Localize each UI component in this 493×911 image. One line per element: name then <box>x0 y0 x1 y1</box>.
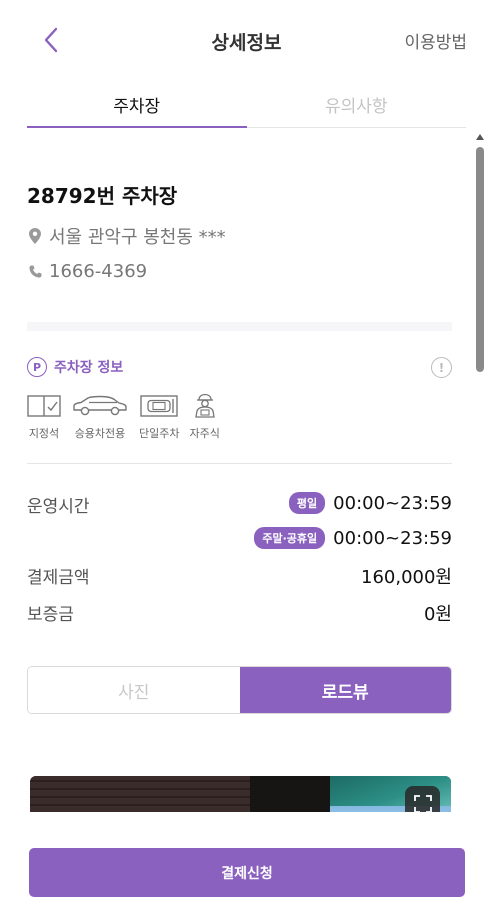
weekend-hours-row: 주말·공휴일 00:00~23:59 <box>254 527 452 549</box>
section-separator <box>27 322 452 331</box>
deposit-label: 보증금 <box>27 605 74 625</box>
section-title: 주차장 정보 <box>54 360 124 376</box>
feature-label: 자주식 <box>189 427 220 440</box>
hours-label: 운영시간 <box>27 497 90 517</box>
phone-line: 1666-4369 <box>27 261 147 282</box>
roadview-toggle-button[interactable]: 로드뷰 <box>239 667 451 713</box>
feature-label: 승용차전용 <box>74 427 126 440</box>
weekday-hours-row: 평일 00:00~23:59 <box>288 492 452 514</box>
how-to-use-link[interactable]: 이용방법 <box>404 28 467 53</box>
scrollbar[interactable] <box>474 130 486 810</box>
address-line: 서울 관악구 봉천동 *** <box>27 223 226 249</box>
photo-toggle-button[interactable]: 사진 <box>28 667 240 713</box>
header: 상세정보 이용방법 <box>0 0 493 78</box>
scroll-thumb[interactable] <box>476 147 484 372</box>
feature-label: 지정석 <box>28 427 60 440</box>
parking-info-header: P 주차장 정보 <box>27 357 123 377</box>
single-parking-icon <box>140 395 178 417</box>
view-toggle: 사진 로드뷰 <box>27 666 452 714</box>
tab-parking-lot[interactable]: 주차장 <box>27 82 247 128</box>
weekday-badge: 평일 <box>288 492 326 514</box>
parking-lot-name: 28792번 주차장 <box>27 184 178 208</box>
weekend-badge: 주말·공휴일 <box>254 527 326 549</box>
parking-p-icon: P <box>27 357 47 377</box>
feature-single-parking: 단일주차 <box>139 393 179 441</box>
sedan-car-icon <box>73 395 127 416</box>
self-parking-icon <box>194 393 215 418</box>
price-label: 결제금액 <box>27 568 90 588</box>
address-text: 서울 관악구 봉천동 *** <box>49 227 226 248</box>
scroll-up-arrow-icon[interactable] <box>476 134 484 140</box>
feature-sedan-only: 승용차전용 <box>71 393 129 441</box>
deposit-value: 0원 <box>423 604 452 625</box>
weekend-hours: 00:00~23:59 <box>333 527 452 549</box>
feature-list: 지정석 승용차전용 단일주차 자주식 <box>27 393 230 441</box>
phone-number[interactable]: 1666-4369 <box>49 261 147 282</box>
feature-self-parking: 자주식 <box>189 393 220 441</box>
location-pin-icon <box>27 228 43 244</box>
info-circle-icon[interactable]: ! <box>431 357 452 378</box>
weekday-hours: 00:00~23:59 <box>333 492 452 514</box>
phone-icon <box>27 265 43 278</box>
divider <box>27 463 452 464</box>
tab-notes[interactable]: 유의사항 <box>247 82 467 127</box>
reserved-seat-icon <box>27 395 61 417</box>
payment-request-button[interactable]: 결제신청 <box>29 848 465 897</box>
tab-bar: 주차장 유의사항 <box>27 82 466 128</box>
price-value: 160,000원 <box>361 567 452 588</box>
feature-reserved: 지정석 <box>27 393 61 441</box>
feature-label: 단일주차 <box>139 427 180 440</box>
